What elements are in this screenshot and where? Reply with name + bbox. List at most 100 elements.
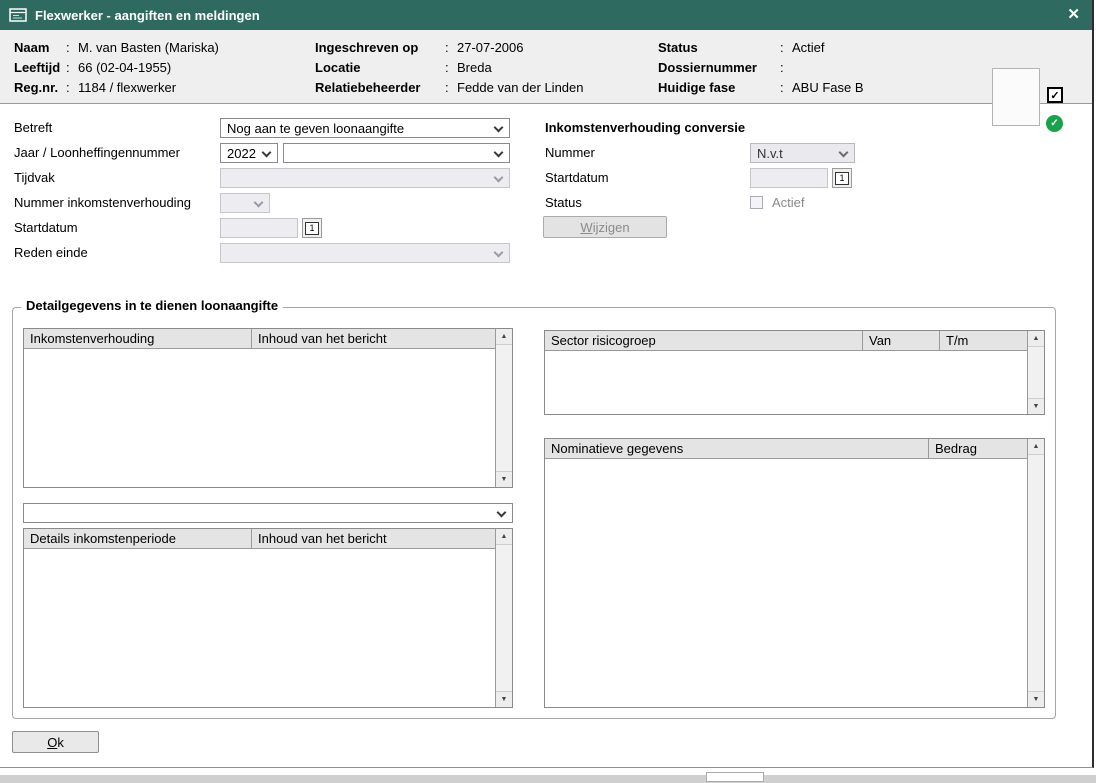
scroll-down-icon[interactable]: ▼ (1028, 691, 1044, 707)
chevron-down-icon (494, 248, 504, 258)
startdatum-input[interactable] (220, 218, 298, 238)
info-value: 66 (02-04-1955) (78, 58, 171, 78)
reden-einde-select (220, 243, 510, 263)
chevron-down-icon (494, 148, 504, 158)
jaar-select[interactable]: 2022 (220, 143, 278, 163)
column-header-bedrag: Bedrag (929, 439, 1027, 458)
info-value: Fedde van der Linden (457, 78, 583, 98)
chevron-down-icon (494, 123, 504, 133)
conversie-startdatum-input[interactable] (750, 168, 828, 188)
photo-placeholder (992, 68, 1040, 126)
table-body[interactable] (545, 459, 1027, 707)
sector-risicogroep-table[interactable]: Sector risicogroep Van T/m ▲ ▼ (544, 330, 1045, 415)
periode-select[interactable] (23, 503, 513, 523)
chevron-down-icon (254, 198, 264, 208)
ok-accel: O (47, 735, 57, 750)
chevron-down-icon (497, 508, 507, 518)
conversie-nummer-select[interactable]: N.v.t (750, 143, 855, 163)
nummer-inkomstenverhouding-label: Nummer inkomstenverhouding (14, 193, 191, 213)
chevron-down-icon (262, 148, 272, 158)
info-row: Relatiebeheerder:Fedde van der Linden (315, 78, 655, 98)
info-row: Huidige fase:ABU Fase B (658, 78, 988, 98)
scroll-up-icon[interactable]: ▲ (496, 529, 512, 545)
table-body[interactable] (545, 351, 1027, 414)
ok-button[interactable]: Ok (12, 731, 99, 753)
tijdvak-select (220, 168, 510, 188)
info-label: Reg.nr. (14, 78, 66, 98)
detailgegevens-groupbox: Detailgegevens in te dienen loonaangifte… (12, 307, 1056, 719)
wijzigen-button[interactable]: Wijzigen (543, 216, 667, 238)
nominatieve-gegevens-table[interactable]: Nominatieve gegevens Bedrag ▲ ▼ (544, 438, 1045, 708)
info-value: 1184 / flexwerker (78, 78, 176, 98)
inkomstenverhouding-table[interactable]: Inkomstenverhouding Inhoud van het beric… (23, 328, 513, 488)
column-header-details-inkomstenperiode: Details inkomstenperiode (24, 529, 252, 548)
info-row: Status:Actief (658, 38, 988, 58)
tijdvak-label: Tijdvak (14, 168, 55, 188)
info-label: Naam (14, 38, 66, 58)
column-header-inhoud-bericht: Inhoud van het bericht (252, 329, 495, 348)
calendar-icon: 1 (305, 222, 318, 235)
column-header-tm: T/m (940, 331, 1027, 350)
info-label: Locatie (315, 58, 445, 78)
info-value: Actief (792, 38, 825, 58)
betreft-value: Nog aan te geven loonaangifte (227, 121, 404, 136)
flexworker-info-panel: Naam:M. van Basten (Mariska) Leeftijd:66… (0, 30, 1092, 104)
scroll-up-icon[interactable]: ▲ (1028, 439, 1044, 455)
chevron-down-icon (839, 148, 849, 158)
column-header-van: Van (863, 331, 940, 350)
titlebar[interactable]: Flexwerker - aangiften en meldingen ✕ (0, 0, 1092, 30)
vertical-scrollbar[interactable]: ▲ ▼ (1027, 331, 1044, 414)
scroll-down-icon[interactable]: ▼ (496, 691, 512, 707)
scroll-down-icon[interactable]: ▼ (496, 471, 512, 487)
background-scrollbar-thumb[interactable] (706, 772, 764, 782)
startdatum-label: Startdatum (14, 218, 78, 238)
betreft-select[interactable]: Nog aan te geven loonaangifte (220, 118, 510, 138)
info-label: Relatiebeheerder (315, 78, 445, 98)
table-header-row: Inkomstenverhouding Inhoud van het beric… (24, 329, 495, 349)
window-icon (9, 8, 27, 22)
info-label: Dossiernummer (658, 58, 780, 78)
column-header-sector-risicogroep: Sector risicogroep (545, 331, 863, 350)
actief-checkbox[interactable] (750, 196, 763, 209)
details-inkomstenperiode-table[interactable]: Details inkomstenperiode Inhoud van het … (23, 528, 513, 708)
conversie-startdatum-label: Startdatum (545, 168, 609, 188)
conversie-nummer-label: Nummer (545, 143, 595, 163)
info-label: Status (658, 38, 780, 58)
scroll-down-icon[interactable]: ▼ (1028, 398, 1044, 414)
startdatum-calendar-button[interactable]: 1 (302, 218, 322, 238)
column-header-inhoud-bericht: Inhoud van het bericht (252, 529, 495, 548)
vertical-scrollbar[interactable]: ▲ ▼ (1027, 439, 1044, 707)
close-button[interactable]: ✕ (1067, 0, 1080, 30)
vertical-scrollbar[interactable]: ▲ ▼ (495, 529, 512, 707)
info-value: M. van Basten (Mariska) (78, 38, 219, 58)
info-label: Huidige fase (658, 78, 780, 98)
betreft-label: Betreft (14, 118, 52, 138)
window-title: Flexwerker - aangiften en meldingen (35, 8, 260, 23)
info-label: Ingeschreven op (315, 38, 445, 58)
info-column-1: Naam:M. van Basten (Mariska) Leeftijd:66… (14, 38, 309, 98)
info-row: Leeftijd:66 (02-04-1955) (14, 58, 309, 78)
loonheffingennummer-select[interactable] (283, 143, 510, 163)
wijzigen-rest: ijzigen (593, 220, 630, 235)
nummer-inkomstenverhouding-select (220, 193, 270, 213)
conversie-startdatum-calendar-button[interactable]: 1 (832, 168, 852, 188)
table-body[interactable] (24, 349, 495, 487)
scroll-up-icon[interactable]: ▲ (496, 329, 512, 345)
info-value: Breda (457, 58, 492, 78)
vertical-scrollbar[interactable]: ▲ ▼ (495, 329, 512, 487)
table-header-row: Details inkomstenperiode Inhoud van het … (24, 529, 495, 549)
info-row: Locatie:Breda (315, 58, 655, 78)
chevron-down-icon (494, 173, 504, 183)
conversie-nummer-value: N.v.t (757, 146, 783, 161)
table-body[interactable] (24, 549, 495, 707)
info-row: Dossiernummer: (658, 58, 988, 78)
column-header-nominatieve-gegevens: Nominatieve gegevens (545, 439, 929, 458)
header-checkbox[interactable]: ✓ (1047, 87, 1063, 103)
info-value: ABU Fase B (792, 78, 864, 98)
info-value: 27-07-2006 (457, 38, 524, 58)
jaar-value: 2022 (227, 146, 256, 161)
info-column-3: Status:Actief Dossiernummer: Huidige fas… (658, 38, 988, 98)
status-ok-icon: ✓ (1046, 115, 1063, 132)
scroll-up-icon[interactable]: ▲ (1028, 331, 1044, 347)
groupbox-title: Detailgegevens in te dienen loonaangifte (21, 298, 283, 313)
